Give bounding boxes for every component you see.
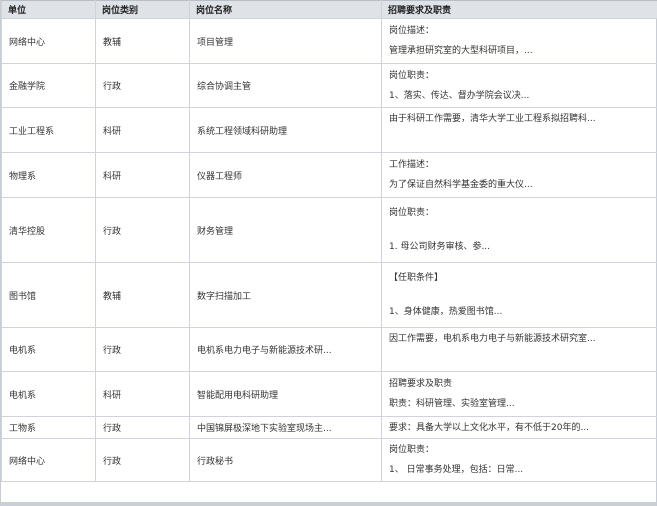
- cell-category: 教辅: [95, 18, 190, 64]
- cell-title-link[interactable]: 系统工程领域科研助理: [189, 107, 382, 153]
- cell-title-link[interactable]: 电机系电力电子与新能源技术研...: [189, 327, 382, 372]
- req-line: 1、落实、传达、督办学院会议决...: [389, 90, 530, 101]
- cell-category: 科研: [95, 107, 190, 153]
- req-line: 岗位职责：: [389, 445, 435, 455]
- req-line: 岗位职责：: [389, 208, 435, 218]
- job-table: 单位 岗位类别 岗位名称 招聘要求及职责 网络中心 教辅 项目管理 岗位描述： …: [1, 0, 657, 482]
- cell-requirements: 岗位描述： 管理承担研究室的大型科研项目，...: [381, 18, 657, 64]
- cell-unit: 工业工程系: [1, 107, 96, 153]
- table-row[interactable]: 金融学院 行政 综合协调主管 岗位职责： 1、落实、传达、督办学院会议决...: [1, 63, 657, 108]
- cell-unit: 图书馆: [1, 262, 96, 328]
- table-row[interactable]: 清华控股 行政 财务管理 岗位职责： 1. 母公司财务审核、参...: [1, 197, 657, 263]
- req-line: 由于科研工作需要，清华大学工业工程系拟招聘科...: [389, 114, 596, 124]
- req-line: 因工作需要，电机系电力电子与新能源技术研究室...: [389, 334, 596, 344]
- header-requirements: 招聘要求及职责: [381, 0, 657, 19]
- header-title: 岗位名称: [189, 0, 382, 19]
- cell-requirements: 岗位职责： 1、 日常事务处理，包括：日常...: [381, 438, 657, 482]
- cell-requirements: 岗位职责： 1、落实、传达、督办学院会议决...: [381, 63, 657, 108]
- table-header-row: 单位 岗位类别 岗位名称 招聘要求及职责: [1, 0, 657, 19]
- table-row[interactable]: 电机系 行政 电机系电力电子与新能源技术研... 因工作需要，电机系电力电子与新…: [1, 327, 657, 372]
- header-unit: 单位: [1, 0, 96, 19]
- table-row[interactable]: 工物系 行政 中国锦屏极深地下实验室现场主... 要求：具备大学以上文化水平，有…: [1, 416, 657, 439]
- cell-unit: 金融学院: [1, 63, 96, 108]
- cell-title-link[interactable]: 数字扫描加工: [189, 262, 382, 328]
- cell-category: 行政: [95, 197, 190, 263]
- cell-title-link[interactable]: 综合协调主管: [189, 63, 382, 108]
- cell-title-link[interactable]: 项目管理: [189, 18, 382, 64]
- req-line: 岗位描述：: [389, 26, 435, 36]
- cell-requirements: 由于科研工作需要，清华大学工业工程系拟招聘科...: [381, 107, 657, 153]
- table-row[interactable]: 网络中心 教辅 项目管理 岗位描述： 管理承担研究室的大型科研项目，...: [1, 18, 657, 64]
- cell-category: 行政: [95, 438, 190, 482]
- cell-category: 行政: [95, 327, 190, 372]
- job-listing-frame: 单位 岗位类别 岗位名称 招聘要求及职责 网络中心 教辅 项目管理 岗位描述： …: [0, 0, 657, 506]
- cell-title-link[interactable]: 仪器工程师: [189, 152, 382, 198]
- header-category: 岗位类别: [95, 0, 190, 19]
- req-line: 1、 日常事务处理，包括：日常...: [389, 465, 524, 475]
- cell-unit: 物理系: [1, 152, 96, 198]
- cell-requirements: 招聘要求及职责 职责：科研管理、实验室管理...: [381, 371, 657, 417]
- cell-title-link[interactable]: 行政秘书: [189, 438, 382, 482]
- table-row[interactable]: 工业工程系 科研 系统工程领域科研助理 由于科研工作需要，清华大学工业工程系拟招…: [1, 107, 657, 153]
- cell-unit: 电机系: [1, 371, 96, 417]
- cell-requirements: 【任职条件】 1、身体健康，热爱图书馆...: [381, 262, 657, 328]
- req-line: 1、身体健康，热爱图书馆...: [389, 307, 503, 317]
- req-line: 职责：科研管理、实验室管理...: [389, 399, 515, 409]
- table-row[interactable]: 物理系 科研 仪器工程师 工作描述： 为了保证自然科学基金委的重大仪...: [1, 152, 657, 198]
- cell-category: 行政: [95, 63, 190, 108]
- cell-category: 科研: [95, 152, 190, 198]
- req-line: 【任职条件】: [389, 273, 444, 283]
- cell-category: 教辅: [95, 262, 190, 328]
- req-line: 招聘要求及职责: [389, 379, 453, 389]
- req-line: 为了保证自然科学基金委的重大仪...: [389, 180, 533, 190]
- req-line: 岗位职责：: [389, 70, 435, 81]
- cell-title-link[interactable]: 财务管理: [189, 197, 382, 263]
- cell-requirements: 因工作需要，电机系电力电子与新能源技术研究室...: [381, 327, 657, 372]
- table-row[interactable]: 网络中心 行政 行政秘书 岗位职责： 1、 日常事务处理，包括：日常...: [1, 438, 657, 482]
- cell-unit: 工物系: [1, 416, 96, 439]
- cell-requirements: 要求：具备大学以上文化水平，有不低于20年的...: [381, 416, 657, 439]
- cell-unit: 清华控股: [1, 197, 96, 263]
- cell-requirements: 工作描述： 为了保证自然科学基金委的重大仪...: [381, 152, 657, 198]
- table-row[interactable]: 图书馆 教辅 数字扫描加工 【任职条件】 1、身体健康，热爱图书馆...: [1, 262, 657, 328]
- req-line: 1. 母公司财务审核、参...: [389, 242, 491, 252]
- req-line: 工作描述：: [389, 160, 435, 170]
- cell-title-link[interactable]: 中国锦屏极深地下实验室现场主...: [189, 416, 382, 439]
- cell-category: 行政: [95, 416, 190, 439]
- cell-title-link[interactable]: 智能配用电科研助理: [189, 371, 382, 417]
- cell-unit: 电机系: [1, 327, 96, 372]
- table-row[interactable]: 电机系 科研 智能配用电科研助理 招聘要求及职责 职责：科研管理、实验室管理..…: [1, 371, 657, 417]
- cell-unit: 网络中心: [1, 438, 96, 482]
- cell-unit: 网络中心: [1, 18, 96, 64]
- bottom-border: [1, 502, 656, 506]
- req-line: 要求：具备大学以上文化水平，有不低于20年的...: [389, 422, 590, 433]
- cell-category: 科研: [95, 371, 190, 417]
- cell-requirements: 岗位职责： 1. 母公司财务审核、参...: [381, 197, 657, 263]
- req-line: 管理承担研究室的大型科研项目，...: [389, 46, 533, 56]
